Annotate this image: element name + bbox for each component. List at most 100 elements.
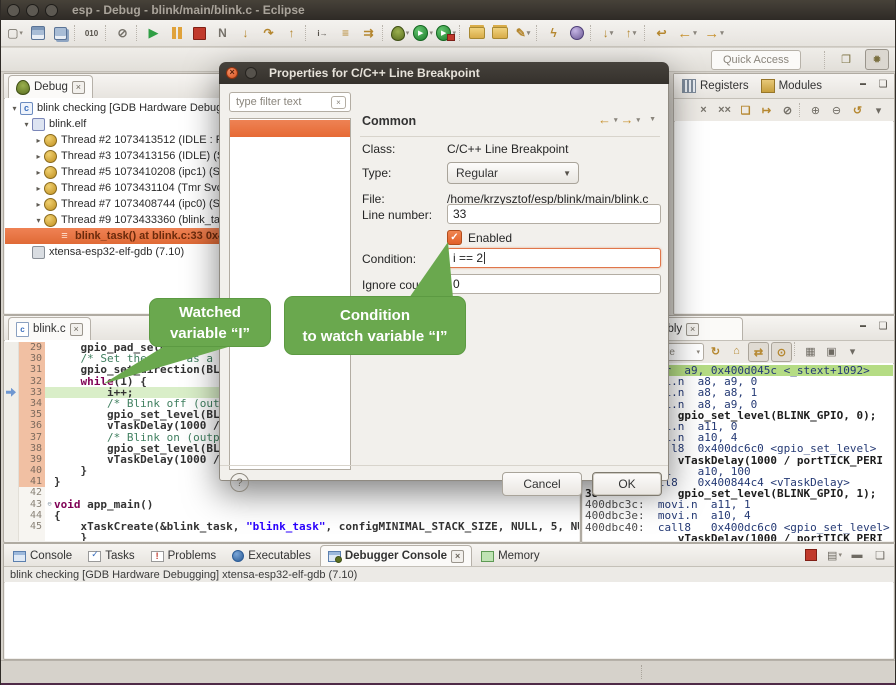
toolbar-separator[interactable] <box>382 25 387 41</box>
pin-view-icon[interactable]: ▣ <box>822 342 841 360</box>
fold-icon[interactable] <box>45 465 54 476</box>
view-menu-icon[interactable]: ▾ <box>869 101 888 119</box>
marker-gutter[interactable] <box>5 409 19 420</box>
fold-icon[interactable]: ⊖ <box>45 499 54 510</box>
fold-icon[interactable] <box>45 476 54 487</box>
save-icon[interactable] <box>28 23 48 43</box>
marker-gutter[interactable] <box>5 476 19 487</box>
toolbar-separator[interactable] <box>536 25 541 41</box>
fold-icon[interactable] <box>45 376 54 387</box>
toolbar-separator[interactable] <box>459 25 464 41</box>
terminate-console-icon[interactable] <box>802 546 821 564</box>
fold-icon[interactable] <box>45 364 54 375</box>
expander-icon[interactable]: ▸ <box>33 168 44 177</box>
tab-blink-c[interactable]: c blink.c <box>8 317 91 340</box>
close-icon[interactable] <box>70 323 83 336</box>
chevron-down-icon[interactable]: ▾ <box>696 348 703 356</box>
restore-defaults-icon[interactable]: ↺ <box>848 101 867 119</box>
quick-access-box[interactable]: Quick Access <box>711 50 801 70</box>
last-edit-location-icon[interactable]: ↩ <box>652 23 672 43</box>
track-expression-icon[interactable]: ⊙ <box>771 342 792 362</box>
tab-modules[interactable]: Modules <box>761 79 822 93</box>
fold-icon[interactable] <box>45 521 54 532</box>
window-maximize-button[interactable] <box>45 4 58 17</box>
section-common[interactable] <box>230 120 350 137</box>
step-into-icon[interactable]: ↓ <box>236 23 256 43</box>
expander-icon[interactable]: ▾ <box>21 120 32 129</box>
marker-gutter[interactable] <box>5 364 19 375</box>
open-project-icon[interactable] <box>490 23 510 43</box>
create-register-group-icon[interactable]: ❏ <box>736 101 755 119</box>
fold-icon[interactable] <box>45 398 54 409</box>
fold-icon[interactable] <box>45 420 54 431</box>
marker-gutter[interactable] <box>5 510 19 521</box>
toolbar-separator[interactable] <box>105 25 110 41</box>
marker-gutter[interactable] <box>5 532 19 541</box>
tab-debug[interactable]: Debug <box>8 75 93 98</box>
expander-icon[interactable]: ▸ <box>33 136 44 145</box>
step-return-icon[interactable]: ↑ <box>282 23 302 43</box>
step-instruction-icon[interactable]: i→ <box>313 23 333 43</box>
fold-icon[interactable] <box>45 454 54 465</box>
debug-perspective-button[interactable]: ✹ <box>865 49 889 70</box>
marker-gutter[interactable] <box>5 521 19 532</box>
import-icon[interactable]: ↦ <box>757 101 776 119</box>
disconnect-icon[interactable]: N <box>213 23 233 43</box>
console-output[interactable] <box>5 582 893 658</box>
close-icon[interactable] <box>72 81 85 94</box>
expander-icon[interactable]: ▸ <box>33 152 44 161</box>
marker-gutter[interactable] <box>5 454 19 465</box>
fold-icon[interactable] <box>45 387 54 398</box>
lightning-icon[interactable]: ϟ <box>544 23 564 43</box>
resume-icon[interactable]: ▶ <box>144 23 164 43</box>
debug-icon[interactable]: ▾ <box>390 23 410 43</box>
maximize-icon[interactable] <box>876 320 890 332</box>
use-step-filters-icon[interactable]: ⇉ <box>359 23 379 43</box>
condition-input[interactable]: i == 2 <box>447 248 661 268</box>
deselect-icon[interactable]: ⊘ <box>778 101 797 119</box>
tab-tasks[interactable]: Tasks <box>81 546 141 566</box>
ignore-count-input[interactable]: 0 <box>447 274 661 294</box>
fold-icon[interactable] <box>45 432 54 443</box>
expander-icon[interactable]: ▾ <box>9 104 20 113</box>
fold-icon[interactable] <box>45 443 54 454</box>
open-perspective-icon[interactable]: ❐ <box>835 50 857 69</box>
external-tools-icon[interactable]: ▾ <box>436 23 456 43</box>
clear-filter-icon[interactable] <box>331 96 346 109</box>
expander-icon[interactable]: ▸ <box>33 184 44 193</box>
toolbar-separator[interactable] <box>305 25 310 41</box>
minimize-icon[interactable] <box>856 320 870 332</box>
maximize-icon[interactable] <box>876 78 890 90</box>
marker-gutter[interactable] <box>5 499 19 510</box>
sync-selection-icon[interactable]: ⇄ <box>748 342 769 362</box>
marker-gutter[interactable] <box>5 465 19 476</box>
tab-memory[interactable]: Memory <box>474 546 547 566</box>
marker-gutter[interactable] <box>5 420 19 431</box>
expander-icon[interactable]: ▸ <box>33 200 44 209</box>
expand-all-icon[interactable]: ⊕ <box>806 101 825 119</box>
fold-icon[interactable] <box>45 409 54 420</box>
binary-file-icon[interactable]: 010 <box>82 23 102 43</box>
tab-registers[interactable]: Registers <box>682 79 749 93</box>
expander-icon[interactable]: ▾ <box>33 216 44 225</box>
chevron-down-icon[interactable]: ▾ <box>637 116 641 124</box>
close-icon[interactable] <box>686 323 699 336</box>
collapse-all-icon[interactable]: ⊖ <box>827 101 846 119</box>
marker-gutter[interactable] <box>5 398 19 409</box>
refresh-icon[interactable]: ↻ <box>706 342 725 360</box>
tab-console[interactable]: Console <box>6 546 79 566</box>
marker-gutter[interactable] <box>5 487 19 498</box>
tab-problems[interactable]: Problems <box>144 546 224 566</box>
toolbar-separator[interactable] <box>799 103 804 117</box>
type-dropdown[interactable]: Regular ▼ <box>447 162 579 184</box>
open-new-view-icon[interactable]: ▦ <box>801 342 820 360</box>
marker-gutter[interactable] <box>5 342 19 353</box>
toolbar-separator[interactable] <box>74 25 79 41</box>
toolbar-separator[interactable] <box>136 25 141 41</box>
window-close-button[interactable] <box>7 4 20 17</box>
marker-gutter[interactable] <box>5 432 19 443</box>
fold-icon[interactable] <box>45 510 54 521</box>
window-titlebar[interactable]: esp - Debug - blink/main/blink.c - Eclip… <box>1 0 896 20</box>
tab-debugger-console[interactable]: Debugger Console <box>320 545 472 566</box>
sphere-icon[interactable] <box>567 23 587 43</box>
